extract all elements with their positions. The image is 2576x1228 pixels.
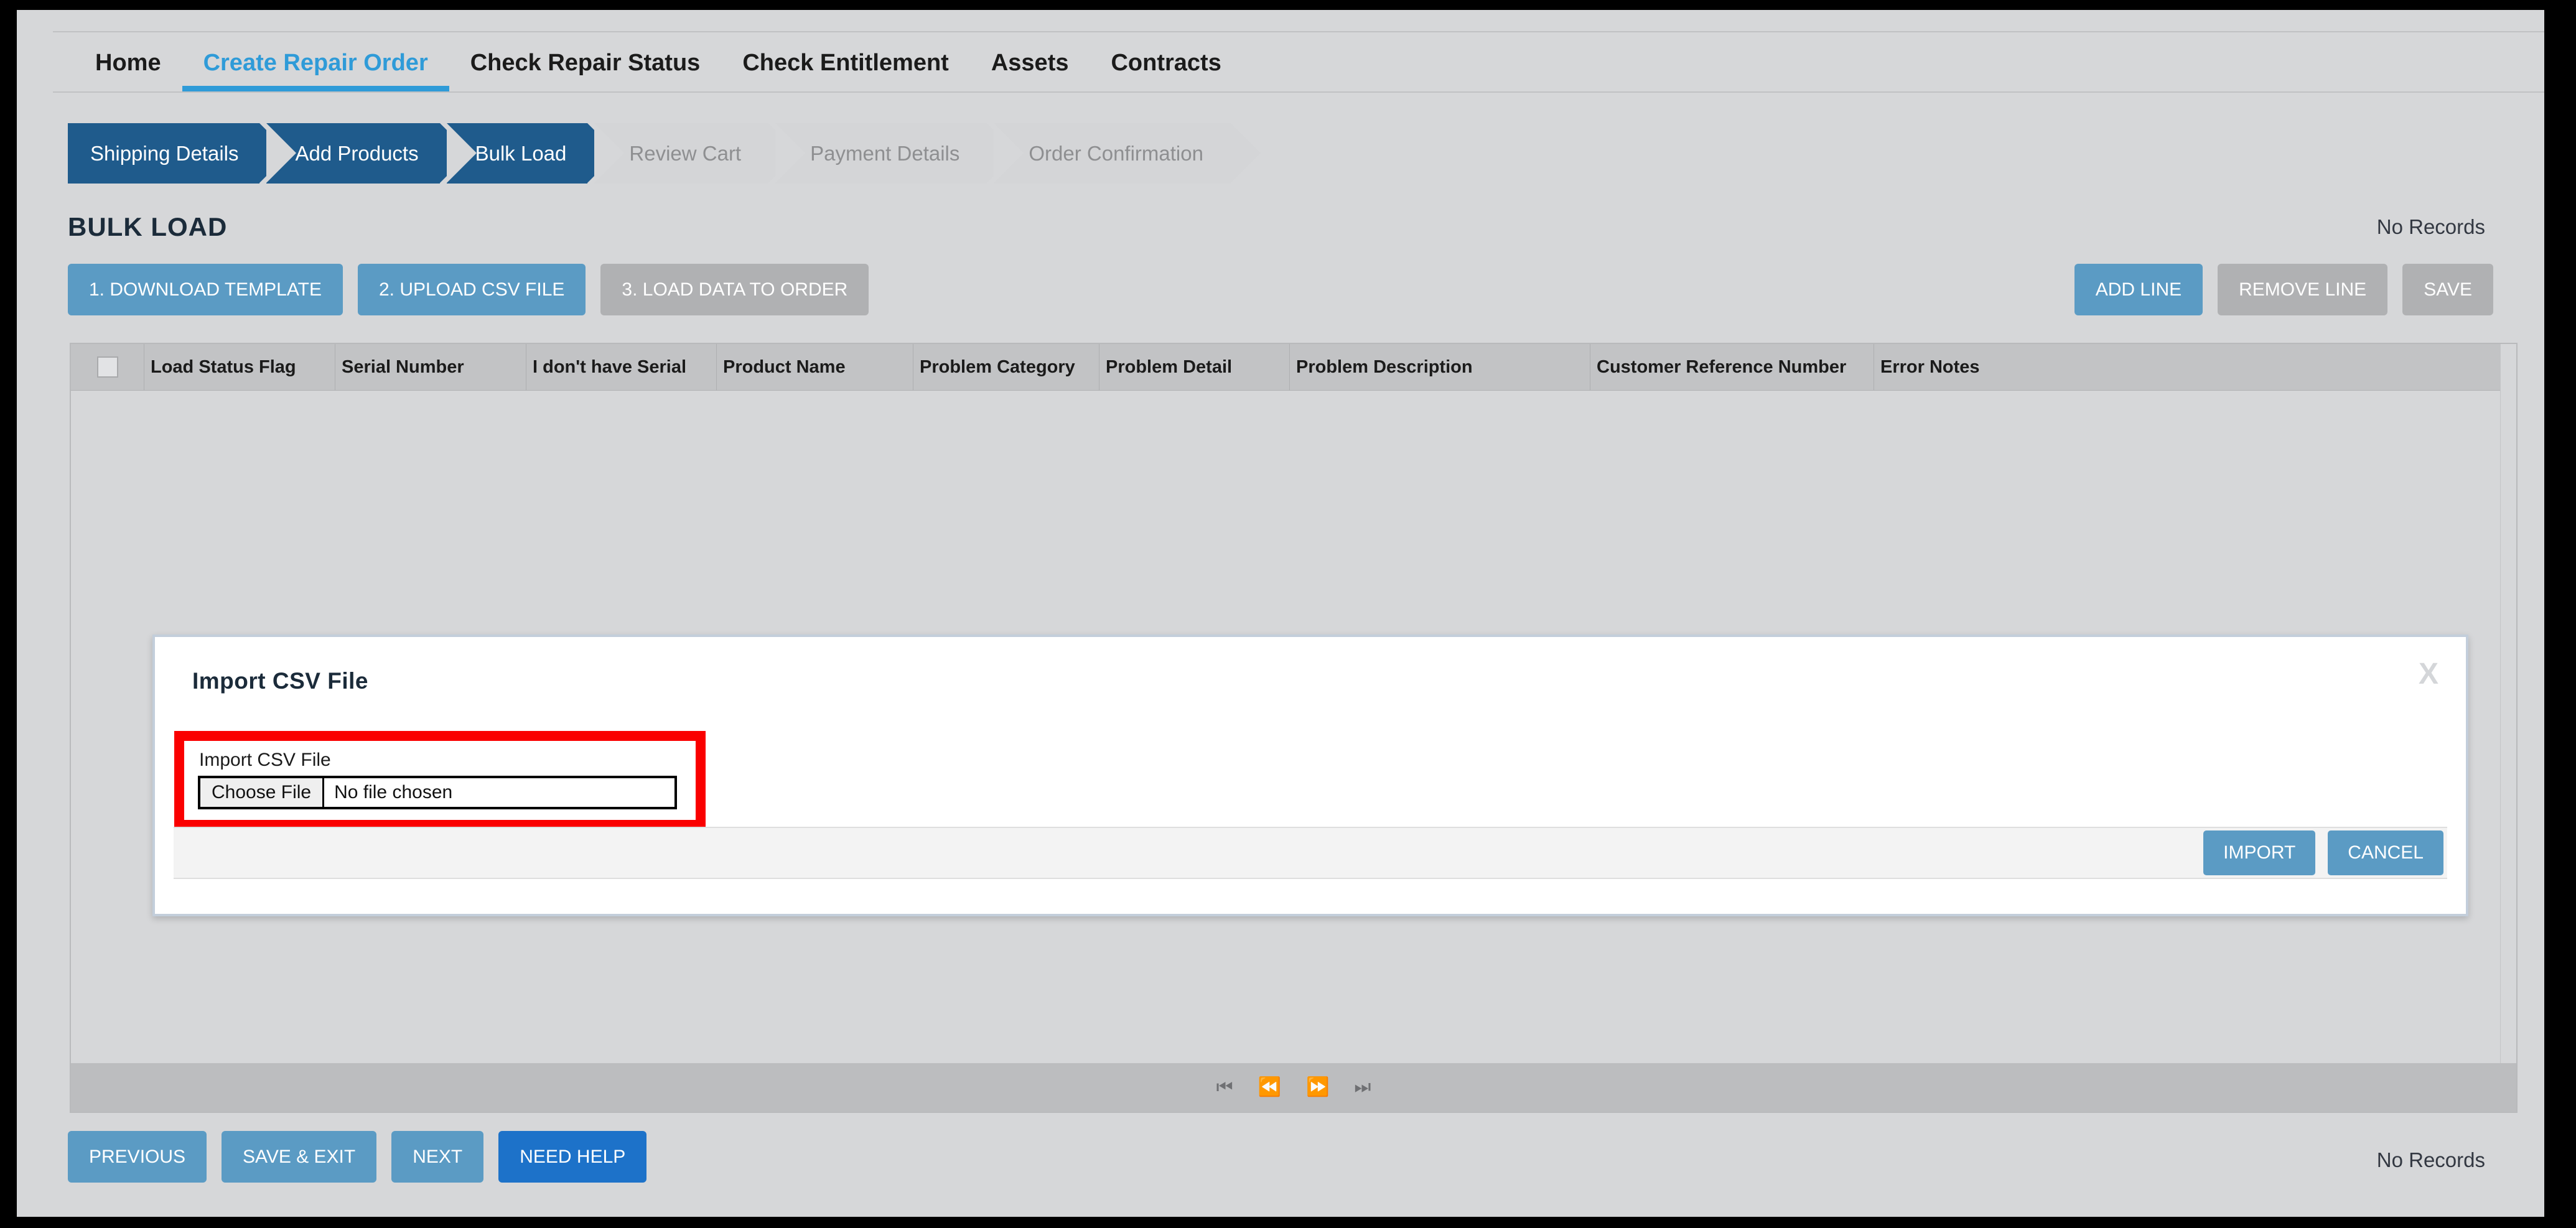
nav-item-assets[interactable]: Assets — [970, 35, 1090, 91]
grid-column-problem-detail[interactable]: Problem Detail — [1099, 343, 1290, 391]
nav-item-label: Check Entitlement — [742, 50, 949, 76]
step-order-confirmation[interactable]: Order Confirmation — [994, 123, 1261, 184]
step-label: Add Products — [295, 141, 419, 165]
grid-column-problem-category[interactable]: Problem Category — [913, 343, 1099, 391]
nav-divider-bottom — [53, 91, 2544, 93]
selected-file-name: No file chosen — [334, 782, 453, 802]
next-page-icon[interactable]: ⏩ — [1306, 1078, 1329, 1097]
column-label: Error Notes — [1880, 356, 1980, 377]
page-title: BULK LOAD — [68, 212, 228, 241]
need-help-button[interactable]: NEED HELP — [498, 1131, 647, 1183]
column-label: Serial Number — [342, 356, 464, 377]
previous-button[interactable]: PREVIOUS — [68, 1131, 207, 1183]
previous-page-icon[interactable]: ⏪ — [1258, 1078, 1281, 1097]
highlight-annotation: Import CSV File Choose File No file chos… — [174, 731, 706, 830]
nav-item-label: Assets — [991, 50, 1069, 76]
application-page: Home Create Repair Order Check Repair St… — [17, 10, 2544, 1217]
dialog-footer: IMPORT CANCEL — [174, 827, 2447, 879]
column-label: Load Status Flag — [151, 356, 296, 377]
upload-csv-file-button[interactable]: 2. UPLOAD CSV FILE — [357, 264, 586, 315]
nav-item-check-entitlement[interactable]: Check Entitlement — [721, 35, 970, 91]
save-button[interactable]: SAVE — [2402, 264, 2493, 315]
add-line-button[interactable]: ADD LINE — [2074, 264, 2203, 315]
grid-column-load-status-flag[interactable]: Load Status Flag — [144, 343, 335, 391]
step-review-cart[interactable]: Review Cart — [594, 123, 798, 184]
step-bulk-load[interactable]: Bulk Load — [446, 123, 618, 184]
grid-column-error-notes[interactable]: Error Notes — [1874, 344, 2501, 391]
wizard-navigation-toolbar: PREVIOUS SAVE & EXIT NEXT NEED HELP — [68, 1131, 647, 1183]
nav-item-label: Check Repair Status — [470, 50, 701, 76]
load-data-to-order-button[interactable]: 3. LOAD DATA TO ORDER — [600, 264, 869, 315]
grid-column-select-all[interactable] — [71, 343, 144, 391]
nav-divider-top — [53, 31, 2544, 32]
grid-column-customer-reference-number[interactable]: Customer Reference Number — [1590, 343, 1874, 391]
step-label: Bulk Load — [475, 141, 567, 165]
bulk-load-steps-toolbar: 1. DOWNLOAD TEMPLATE 2. UPLOAD CSV FILE … — [68, 264, 869, 315]
column-label: Customer Reference Number — [1597, 356, 1847, 377]
select-all-checkbox[interactable] — [96, 356, 118, 378]
cancel-button[interactable]: CANCEL — [2328, 830, 2443, 875]
csv-file-input[interactable]: Choose File No file chosen — [198, 776, 677, 809]
choose-file-button[interactable]: Choose File — [200, 778, 325, 807]
grid-column-product-name[interactable]: Product Name — [717, 343, 913, 391]
step-payment-details[interactable]: Payment Details — [775, 123, 1017, 184]
save-and-exit-button[interactable]: SAVE & EXIT — [222, 1131, 377, 1183]
grid-row-toolbar: ADD LINE REMOVE LINE SAVE — [2074, 264, 2493, 315]
nav-item-label: Create Repair Order — [203, 50, 428, 76]
nav-item-check-repair-status[interactable]: Check Repair Status — [449, 35, 722, 91]
grid-vertical-scrollbar[interactable] — [2500, 344, 2516, 1064]
grid-pagination-bar: ⏮ ⏪ ⏩ ⏭ — [71, 1063, 2516, 1112]
record-count-top: No Records — [2376, 215, 2485, 238]
grid-column-i-dont-have-serial[interactable]: I don't have Serial — [526, 343, 717, 391]
remove-line-button[interactable]: REMOVE LINE — [2218, 264, 2388, 315]
nav-item-contracts[interactable]: Contracts — [1090, 35, 1242, 91]
step-label: Payment Details — [810, 141, 960, 165]
step-label: Shipping Details — [90, 141, 239, 165]
close-icon[interactable]: X — [2419, 659, 2438, 689]
nav-item-create-repair-order[interactable]: Create Repair Order — [182, 35, 449, 91]
last-page-icon[interactable]: ⏭ — [1354, 1078, 1371, 1097]
record-count-bottom: No Records — [2376, 1148, 2485, 1171]
column-label: I don't have Serial — [533, 356, 687, 377]
download-template-button[interactable]: 1. DOWNLOAD TEMPLATE — [68, 264, 343, 315]
dialog-title: Import CSV File — [192, 668, 368, 694]
column-label: Product Name — [723, 356, 846, 377]
column-label: Problem Detail — [1106, 356, 1233, 377]
next-button[interactable]: NEXT — [391, 1131, 484, 1183]
import-csv-dialog: Import CSV File X Import CSV File Choose… — [152, 635, 2468, 916]
nav-item-label: Contracts — [1111, 50, 1221, 76]
main-navigation-bar: Home Create Repair Order Check Repair St… — [17, 10, 2544, 93]
step-shipping-details[interactable]: Shipping Details — [68, 123, 291, 184]
step-label: Order Confirmation — [1029, 141, 1203, 165]
step-label: Review Cart — [629, 141, 742, 165]
file-field-label: Import CSV File — [199, 750, 331, 770]
step-add-products[interactable]: Add Products — [266, 123, 470, 184]
column-label: Problem Category — [920, 356, 1075, 377]
import-button[interactable]: IMPORT — [2203, 830, 2316, 875]
nav-item-label: Home — [95, 50, 161, 76]
nav-item-list: Home Create Repair Order Check Repair St… — [74, 35, 1243, 91]
column-label: Problem Description — [1296, 356, 1473, 377]
grid-column-serial-number[interactable]: Serial Number — [335, 343, 526, 391]
wizard-step-breadcrumb: Shipping Details Add Products Bulk Load … — [68, 123, 1261, 184]
grid-column-problem-description[interactable]: Problem Description — [1290, 343, 1590, 391]
grid-header-row: Load Status Flag Serial Number I don't h… — [71, 343, 2501, 391]
nav-item-home[interactable]: Home — [74, 35, 182, 91]
first-page-icon[interactable]: ⏮ — [1216, 1078, 1233, 1097]
